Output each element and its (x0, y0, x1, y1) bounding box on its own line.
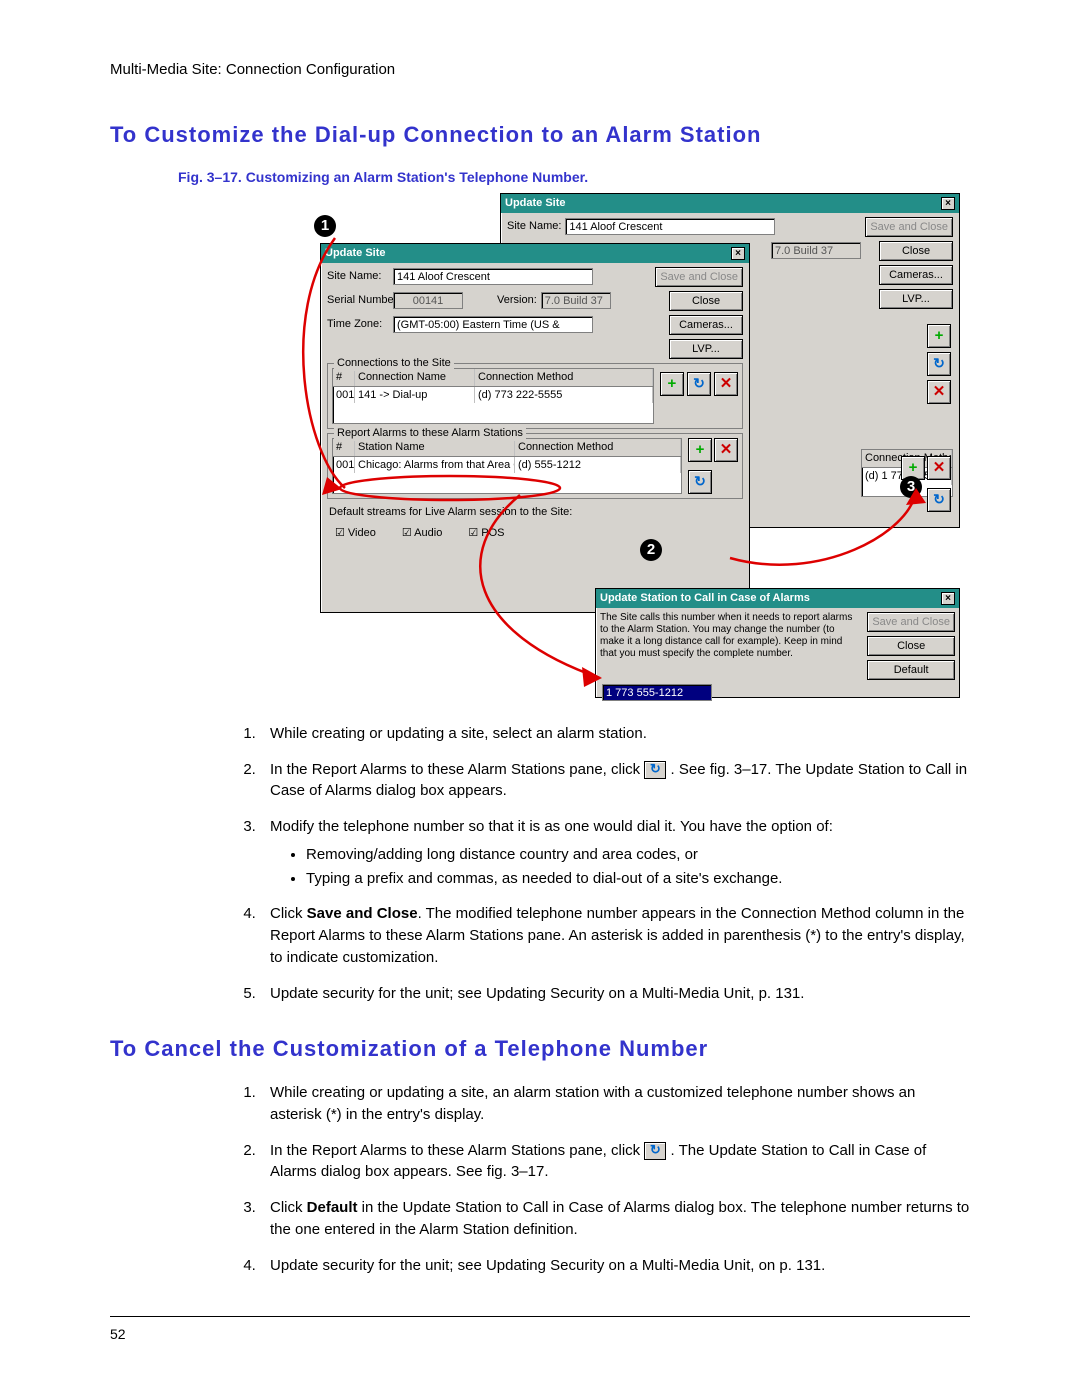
label-serial: Serial Number: (327, 293, 389, 308)
add-icon[interactable]: + (927, 324, 951, 348)
delete-station-icon-back[interactable]: ✕ (927, 456, 951, 480)
page-number: 52 (110, 1325, 970, 1344)
dialog-close-button[interactable]: Close (867, 636, 955, 656)
edit-connection-icon[interactable]: ↻ (687, 372, 711, 396)
step-5: Update security for the unit; see Updati… (260, 983, 970, 1005)
label-version: Version: (497, 293, 537, 308)
col-rep-num: # (333, 439, 355, 456)
window-update-station-dialog: Update Station to Call in Case of Alarms… (595, 588, 960, 698)
save-and-close-button-back[interactable]: Save and Close (865, 217, 953, 237)
label-default-streams: Default streams for Live Alarm session t… (329, 505, 741, 520)
input-site-name-back[interactable]: 141 Aloof Crescent (565, 218, 775, 235)
close-icon[interactable]: × (731, 247, 745, 260)
edit-icon-inline: ↻ (644, 1142, 666, 1160)
checkbox-pos[interactable]: ☑ POS (468, 526, 504, 541)
lvp-button-back[interactable]: LVP... (879, 289, 953, 309)
close-button[interactable]: Close (669, 291, 743, 311)
callout-1: 1 (314, 215, 336, 237)
display-serial: 00141 (393, 292, 463, 309)
save-and-close-button[interactable]: Save and Close (655, 267, 743, 287)
label-site-name: Site Name: (327, 269, 389, 284)
cancel-step-2: In the Report Alarms to these Alarm Stat… (260, 1140, 970, 1184)
lvp-button[interactable]: LVP... (669, 339, 743, 359)
edit-station-icon-back[interactable]: ↻ (927, 488, 951, 512)
label-site-name-back: Site Name: (507, 219, 561, 234)
step-3b: Typing a prefix and commas, as needed to… (306, 868, 970, 890)
callout-3: 3 (900, 476, 922, 498)
close-button-back[interactable]: Close (879, 241, 953, 261)
footer-rule (110, 1316, 970, 1317)
step-1: While creating or updating a site, selec… (260, 723, 970, 745)
window-update-site-front: Update Site × Site Name: 141 Aloof Cresc… (320, 243, 750, 613)
refresh-icon[interactable]: ↻ (927, 352, 951, 376)
col-rep-name: Station Name (355, 439, 515, 456)
cancel-step-1: While creating or updating a site, an al… (260, 1082, 970, 1126)
delete-connection-icon[interactable]: ✕ (714, 372, 738, 396)
titlebar-dialog[interactable]: Update Station to Call in Case of Alarms… (596, 589, 959, 608)
cancel-step-4: Update security for the unit; see Updati… (260, 1255, 970, 1277)
build-back: 7.0 Build 37 (771, 242, 861, 259)
callout-2: 2 (640, 539, 662, 561)
checkbox-video[interactable]: ☑ Video (335, 526, 376, 541)
input-phone-number[interactable]: 1 773 555-1212 (602, 684, 712, 701)
heading-cancel: To Cancel the Customization of a Telepho… (110, 1034, 970, 1064)
figure-caption: Fig. 3–17. Customizing an Alarm Station'… (178, 168, 970, 187)
dialog-body-text: The Site calls this number when it needs… (600, 612, 861, 680)
figure-3-17: Update Site × Site Name: 141 Aloof Cresc… (210, 193, 960, 703)
connections-list[interactable]: # Connection Name Connection Method 001 … (332, 368, 654, 424)
alarm-station-row[interactable]: 001 Chicago: Alarms from that Area Code … (333, 457, 681, 474)
add-connection-icon[interactable]: + (660, 372, 684, 396)
step-4: Click Save and Close. The modified telep… (260, 903, 970, 968)
col-rep-method: Connection Method (515, 439, 681, 456)
edit-station-icon[interactable]: ↻ (688, 470, 712, 494)
dialog-default-button[interactable]: Default (867, 660, 955, 680)
step-3a: Removing/adding long distance country an… (306, 844, 970, 866)
cancel-step-3: Click Default in the Update Station to C… (260, 1197, 970, 1241)
dialog-save-button[interactable]: Save and Close (867, 612, 955, 632)
cameras-button[interactable]: Cameras... (669, 315, 743, 335)
display-version: 7.0 Build 37 (541, 292, 611, 309)
delete-icon[interactable]: ✕ (927, 380, 951, 404)
titlebar-front[interactable]: Update Site × (321, 244, 749, 263)
add-station-icon[interactable]: + (688, 438, 712, 462)
select-timezone[interactable]: (GMT-05:00) Eastern Time (US & Canada) (393, 316, 593, 333)
col-conn-method: Connection Method (475, 369, 653, 386)
heading-customize: To Customize the Dial-up Connection to a… (110, 120, 970, 150)
titlebar-dialog-title: Update Station to Call in Case of Alarms (600, 591, 810, 606)
fieldset-report-alarms: Report Alarms to these Alarm Stations # … (327, 433, 743, 499)
fieldset-connections: Connections to the Site # Connection Nam… (327, 363, 743, 429)
close-icon[interactable]: × (941, 592, 955, 605)
breadcrumb: Multi-Media Site: Connection Configurati… (110, 60, 970, 80)
titlebar-back-title: Update Site (505, 196, 566, 211)
edit-icon-inline: ↻ (644, 761, 666, 779)
cameras-button-back[interactable]: Cameras... (879, 265, 953, 285)
close-icon[interactable]: × (941, 197, 955, 210)
procedure-cancel: While creating or updating a site, an al… (260, 1082, 970, 1276)
titlebar-back[interactable]: Update Site × (501, 194, 959, 213)
delete-station-icon[interactable]: ✕ (714, 438, 738, 462)
input-site-name[interactable]: 141 Aloof Crescent (393, 268, 593, 285)
legend-connections: Connections to the Site (334, 356, 454, 371)
connections-row[interactable]: 001 141 -> Dial-up (d) 773 222-5555 (333, 387, 653, 404)
label-timezone: Time Zone: (327, 317, 389, 332)
titlebar-front-title: Update Site (325, 246, 386, 261)
alarm-stations-list[interactable]: # Station Name Connection Method 001 Chi… (332, 438, 682, 494)
col-num: # (333, 369, 355, 386)
step-2: In the Report Alarms to these Alarm Stat… (260, 759, 970, 803)
col-conn-name: Connection Name (355, 369, 475, 386)
step-3: Modify the telephone number so that it i… (260, 816, 970, 889)
checkbox-audio[interactable]: ☑ Audio (402, 526, 442, 541)
procedure-customize: While creating or updating a site, selec… (260, 723, 970, 1005)
legend-report-alarms: Report Alarms to these Alarm Stations (334, 426, 526, 441)
